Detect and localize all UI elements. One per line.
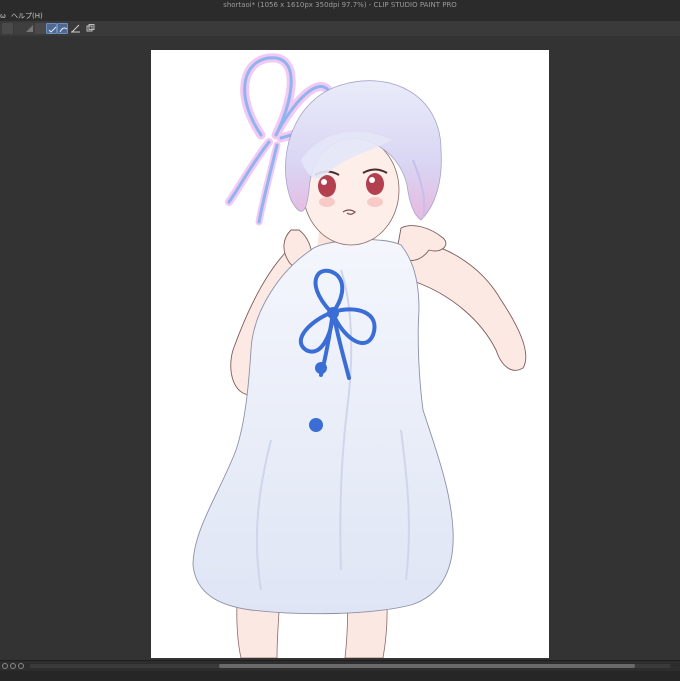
layer-button[interactable]	[85, 23, 96, 34]
pen-line-icon	[71, 24, 80, 33]
rotate-icon[interactable]	[18, 663, 24, 669]
snap-grid-button[interactable]	[70, 23, 81, 34]
dress-button	[309, 418, 323, 432]
ruler-check-icon	[48, 26, 57, 33]
ribbon-knot	[327, 307, 339, 319]
artwork-illustration	[192, 53, 527, 658]
drawing-canvas[interactable]	[151, 50, 549, 658]
tool-1-button[interactable]	[2, 23, 13, 34]
zoom-out-icon[interactable]	[2, 663, 8, 669]
tool-3-button[interactable]	[24, 23, 35, 34]
snap-ruler-button[interactable]	[46, 23, 57, 34]
ruler-curve-icon	[59, 27, 68, 33]
menu-item-help[interactable]: ヘルプ(H)	[11, 11, 43, 21]
status-bar	[0, 660, 680, 681]
menu-item-partial[interactable]: ω	[0, 11, 6, 21]
dress-button	[315, 362, 327, 374]
window-title: shortaoi* (1056 x 1610px 350dpi 97.7%) -…	[0, 0, 680, 11]
snap-special-ruler-button[interactable]	[57, 23, 68, 34]
horizontal-scrollbar-thumb[interactable]	[219, 664, 635, 668]
white-dress	[192, 239, 454, 615]
layer-icon	[86, 24, 95, 32]
command-bar	[0, 21, 680, 37]
menu-bar: ω ヘルプ(H)	[0, 11, 680, 21]
tool-4-button[interactable]	[35, 23, 46, 34]
zoom-in-icon[interactable]	[10, 663, 16, 669]
triangle-icon	[26, 25, 33, 32]
